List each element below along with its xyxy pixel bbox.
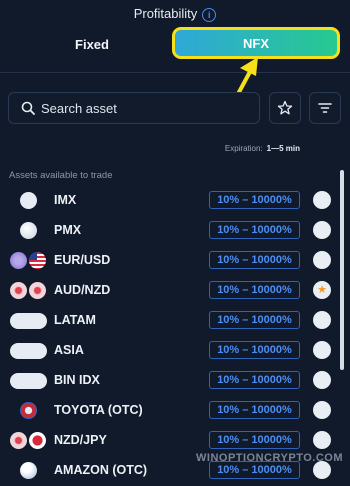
asset-name: PMX <box>54 223 82 237</box>
asset-icon <box>10 402 48 420</box>
asset-row-toyota-otc[interactable]: TOYOTA (OTC) 10% – 10000% <box>0 396 345 426</box>
asset-name: ASIA <box>54 343 84 357</box>
asset-name: NZD/JPY <box>54 433 107 447</box>
profitability-title-row: Profitability i <box>0 6 350 22</box>
payout-range: 10% – 10000% <box>209 191 300 209</box>
payout-range: 10% – 10000% <box>209 251 300 269</box>
favorite-star-icon[interactable]: ★ <box>313 281 331 299</box>
favorite-toggle[interactable] <box>313 401 331 419</box>
favorite-toggle[interactable] <box>313 251 331 269</box>
tab-nfx[interactable]: NFX <box>172 27 340 59</box>
asset-row-aud-nzd[interactable]: AUD/NZD 10% – 10000% ★ <box>0 276 345 306</box>
asset-name: EUR/USD <box>54 253 111 267</box>
currency-flags-icon <box>10 252 48 270</box>
favorite-toggle[interactable] <box>313 371 331 389</box>
profitability-header: Profitability i Fixed NFX <box>0 0 350 72</box>
expiration-label: Expiration: <box>224 144 263 153</box>
asset-name: LATAM <box>54 313 96 327</box>
expiration-info: Expiration: 1—5 min <box>225 144 300 153</box>
scrollbar[interactable] <box>340 170 344 370</box>
asset-row-pmx[interactable]: PMX 10% – 10000% <box>0 216 345 246</box>
payout-range: 10% – 10000% <box>209 371 300 389</box>
asset-row-imx[interactable]: IMX 10% – 10000% <box>0 186 345 216</box>
tab-fixed[interactable]: Fixed <box>60 30 124 58</box>
filter-button[interactable] <box>309 92 341 124</box>
currency-flags-icon <box>10 282 48 300</box>
assets-section-label: Assets available to trade <box>9 170 113 181</box>
asset-row-eur-usd[interactable]: EUR/USD 10% – 10000% <box>0 246 345 276</box>
asset-name: TOYOTA (OTC) <box>54 403 143 417</box>
favorite-toggle[interactable] <box>313 341 331 359</box>
asset-row-asia[interactable]: ASIA 10% – 10000% <box>0 336 345 366</box>
search-input[interactable] <box>41 93 251 123</box>
asset-name: AMAZON (OTC) <box>54 463 148 477</box>
favorite-toggle[interactable] <box>313 311 331 329</box>
search-field[interactable] <box>8 92 260 124</box>
payout-range: 10% – 10000% <box>209 221 300 239</box>
expiration-value: 1—5 min <box>266 144 300 153</box>
asset-icon <box>10 372 48 390</box>
currency-flags-icon <box>10 432 48 450</box>
asset-icon <box>10 462 48 480</box>
filter-icon <box>318 103 332 113</box>
payout-range: 10% – 10000% <box>209 431 300 449</box>
asset-name: AUD/NZD <box>54 283 111 297</box>
info-icon[interactable]: i <box>202 7 217 22</box>
asset-name: IMX <box>54 193 77 207</box>
favorite-toggle[interactable] <box>313 431 331 449</box>
profitability-title: Profitability <box>133 6 198 21</box>
payout-range: 10% – 10000% <box>209 341 300 359</box>
asset-row-latam[interactable]: LATAM 10% – 10000% <box>0 306 345 336</box>
asset-icon <box>10 342 48 360</box>
star-icon <box>277 100 293 115</box>
asset-name: BIN IDX <box>54 373 100 387</box>
asset-icon <box>10 192 48 210</box>
payout-range: 10% – 10000% <box>209 311 300 329</box>
header-divider <box>0 72 350 73</box>
search-icon <box>21 101 35 115</box>
payout-range: 10% – 10000% <box>209 401 300 419</box>
favorites-button[interactable] <box>269 92 301 124</box>
watermark-text: WINOPTIONCRYPTO.COM <box>196 452 343 464</box>
asset-row-bin-idx[interactable]: BIN IDX 10% – 10000% <box>0 366 345 396</box>
payout-range: 10% – 10000% <box>209 281 300 299</box>
asset-icon <box>10 222 48 240</box>
asset-icon <box>10 312 48 330</box>
favorite-toggle[interactable] <box>313 221 331 239</box>
favorite-toggle[interactable] <box>313 191 331 209</box>
